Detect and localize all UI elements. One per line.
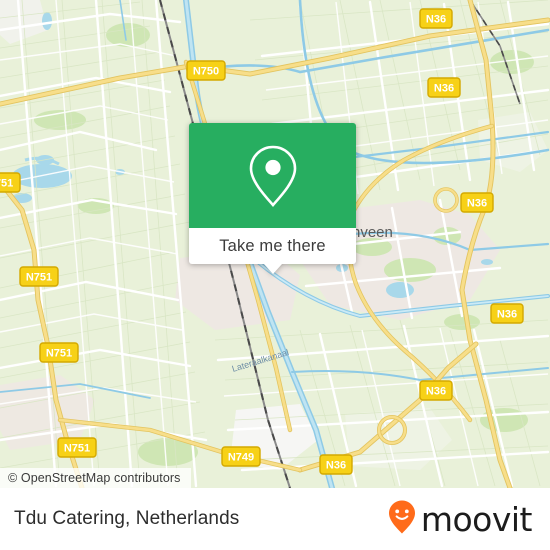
destination-popup-card: Take me there — [189, 123, 356, 274]
road-shield: N36 — [427, 77, 461, 98]
road-shield-label: 751 — [0, 178, 13, 190]
moovit-map-screen: nveenLateraalkanaal N750N36N36751N36N751… — [0, 0, 550, 550]
road-shield-label: N36 — [326, 460, 346, 472]
map-place-label: nveen — [352, 224, 393, 241]
road-shield-label: N749 — [228, 452, 254, 464]
popup-icon-panel — [189, 123, 356, 228]
road-shield-label: N751 — [26, 272, 52, 284]
moovit-logo[interactable]: moovit — [387, 499, 533, 540]
road-shield-label: N751 — [64, 443, 90, 455]
road-shield: N36 — [419, 8, 453, 29]
popup-pointer-tail — [263, 264, 282, 274]
road-shield: N749 — [221, 446, 261, 467]
road-shield-label: N36 — [497, 309, 517, 321]
road-shield-label: N36 — [426, 14, 446, 26]
road-shield: N751 — [57, 437, 97, 458]
road-shield: N36 — [419, 380, 453, 401]
moovit-wordmark: moovit — [420, 499, 533, 539]
road-shield: N36 — [319, 454, 353, 475]
road-shield: N750 — [186, 60, 226, 81]
road-shield: N36 — [490, 303, 524, 324]
road-shield-label: N36 — [467, 198, 487, 210]
page-title: Tdu Catering, Netherlands — [14, 508, 240, 529]
osm-attribution[interactable]: © OpenStreetMap contributors — [0, 468, 191, 488]
road-shield: 751 — [0, 172, 21, 193]
take-me-there-button[interactable]: Take me there — [189, 228, 356, 264]
road-shield-label: N750 — [193, 66, 219, 78]
road-shield-label: N36 — [434, 83, 454, 95]
road-shield-label: N36 — [426, 386, 446, 398]
moovit-pin-icon — [387, 499, 417, 540]
road-shield: N751 — [19, 266, 59, 287]
take-me-there-label: Take me there — [219, 236, 326, 255]
road-shield-label: N751 — [46, 348, 72, 360]
road-shield: N36 — [460, 192, 494, 213]
road-shield: N751 — [39, 342, 79, 363]
footer-bar: Tdu Catering, Netherlands moovit — [0, 488, 550, 550]
map-pin-icon — [245, 143, 301, 209]
